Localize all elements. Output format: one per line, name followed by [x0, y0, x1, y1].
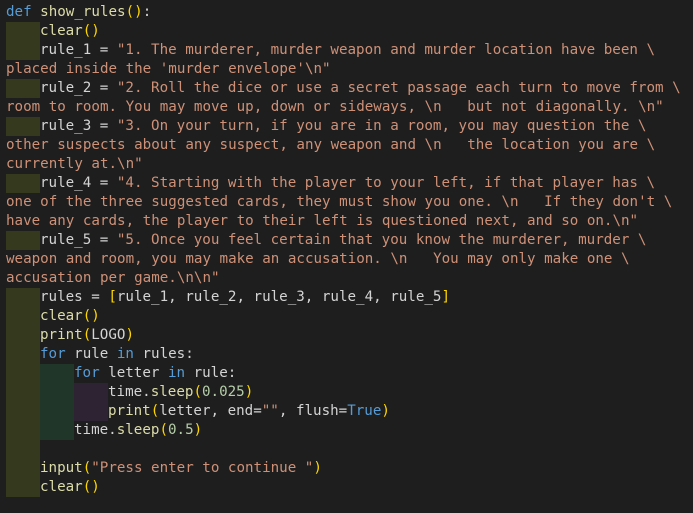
code-line: clear() — [34, 478, 100, 497]
code-line: time.sleep(0.5) — [68, 421, 202, 440]
code-text: rule_3 = — [40, 118, 117, 134]
string-literal: "2. Roll the dice or use a secret passag… — [116, 80, 681, 96]
string-literal: "5. Once you feel certain that you know … — [116, 232, 647, 248]
code-text: , flush= — [278, 403, 348, 419]
string-literal: one of the three suggested cards, they m… — [6, 194, 673, 210]
code-line: print(LOGO) — [34, 326, 134, 345]
indent-guide — [6, 402, 40, 421]
function-name: show_rules — [40, 4, 126, 20]
code-line: print(letter, end="", flush=True) — [102, 402, 390, 421]
code-text: rule_1, rule_2, rule_3, rule_4, rule_5 — [116, 289, 442, 305]
code-line: def show_rules(): — [0, 3, 151, 22]
code-text: : — [142, 4, 152, 20]
string-literal: accusation per game.\n\n" — [6, 270, 220, 286]
string-literal: other suspects about any suspect, any we… — [6, 137, 656, 153]
code-line: accusation per game.\n\n" — [0, 269, 220, 288]
bracket: ) — [244, 384, 254, 400]
code-line: placed inside the 'murder envelope'\n" — [0, 60, 331, 79]
string-literal: room to room. You may move up, down or s… — [6, 99, 664, 115]
bracket: ) — [125, 327, 134, 343]
bracket: ( — [150, 403, 160, 419]
keyword: in — [167, 365, 186, 381]
bracket: () — [82, 479, 100, 495]
keyword: for — [74, 365, 100, 381]
bracket: ( — [82, 460, 92, 476]
string-literal: "1. The murderer, murder weapon and murd… — [116, 42, 655, 58]
code-text: rules: — [133, 346, 194, 362]
string-literal: have any cards, the player to their left… — [6, 213, 639, 229]
code-line: rule_4 = "4. Starting with the player to… — [34, 174, 655, 193]
code-line: for rule in rules: — [34, 345, 194, 364]
code-line: have any cards, the player to their left… — [0, 212, 638, 231]
code-text: time. — [74, 422, 117, 438]
bracket: ] — [441, 289, 451, 305]
bracket: () — [125, 4, 143, 20]
code-line: currently at.\n" — [0, 155, 143, 174]
code-line: rule_1 = "1. The murderer, murder weapon… — [34, 41, 655, 60]
code-text: time. — [108, 384, 151, 400]
bracket: [ — [108, 289, 117, 305]
keyword: def — [6, 4, 32, 20]
bracket: ( — [193, 384, 202, 400]
string-literal: weapon and room, you may make an accusat… — [6, 251, 630, 267]
keyword: in — [116, 346, 134, 362]
code-line: time.sleep(0.025) — [102, 383, 253, 402]
function-call: clear — [40, 23, 83, 39]
code-line: for letter in rule: — [68, 364, 236, 383]
code-line: clear() — [34, 307, 100, 326]
keyword: for — [40, 346, 66, 362]
bracket: ) — [193, 422, 203, 438]
number-literal: 0.5 — [167, 422, 194, 438]
code-text: rule_5 = — [40, 232, 117, 248]
code-line: room to room. You may move up, down or s… — [0, 98, 664, 117]
code-line: rule_3 = "3. On your turn, if you are in… — [34, 117, 646, 136]
code-text: rule_1 = — [40, 42, 117, 58]
function-call: clear — [40, 308, 83, 324]
code-line: rule_5 = "5. Once you feel certain that … — [34, 231, 646, 250]
code-line: clear() — [34, 22, 100, 41]
code-text: letter, end= — [159, 403, 262, 419]
code-text: LOGO — [91, 327, 126, 343]
keyword: True — [347, 403, 382, 419]
string-literal: currently at.\n" — [6, 156, 143, 172]
function-call: print — [40, 327, 83, 343]
function-call: sleep — [116, 422, 160, 438]
bracket: () — [82, 308, 100, 324]
code-text: rule_4 = — [40, 175, 117, 191]
bracket: ) — [381, 403, 390, 419]
code-line: weapon and room, you may make an accusat… — [0, 250, 630, 269]
function-call: print — [108, 403, 151, 419]
string-literal: "4. Starting with the player to your lef… — [116, 175, 655, 191]
code-line: rule_2 = "2. Roll the dice or use a secr… — [34, 79, 681, 98]
function-call: clear — [40, 479, 83, 495]
string-literal: "Press enter to continue " — [91, 460, 314, 476]
code-text: rules = — [40, 289, 109, 305]
function-call: sleep — [150, 384, 194, 400]
string-literal: placed inside the 'murder envelope'\n" — [6, 61, 331, 77]
code-line: one of the three suggested cards, they m… — [0, 193, 672, 212]
bracket: ( — [159, 422, 168, 438]
bracket: () — [82, 23, 100, 39]
function-call: input — [40, 460, 83, 476]
number-literal: 0.025 — [201, 384, 245, 400]
code-text: rule_2 = — [40, 80, 117, 96]
string-literal: "" — [261, 403, 279, 419]
bracket: ) — [313, 460, 322, 476]
code-line: rules = [rule_1, rule_2, rule_3, rule_4,… — [34, 288, 450, 307]
code-text: letter — [99, 365, 168, 381]
indent-guide — [6, 440, 40, 459]
string-literal: "3. On your turn, if you are in a room, … — [116, 118, 647, 134]
code-editor[interactable]: def show_rules(): clear() rule_1 = "1. T… — [0, 0, 693, 513]
indent-guide — [6, 364, 40, 383]
code-line: other suspects about any suspect, any we… — [0, 136, 655, 155]
code-line: input("Press enter to continue ") — [34, 459, 322, 478]
bracket: ( — [82, 327, 92, 343]
indent-guide — [40, 402, 74, 421]
indent-guide — [6, 383, 40, 402]
code-text: rule — [65, 346, 117, 362]
indent-guide — [6, 421, 40, 440]
indent-guide — [40, 383, 74, 402]
code-text: rule: — [185, 365, 237, 381]
